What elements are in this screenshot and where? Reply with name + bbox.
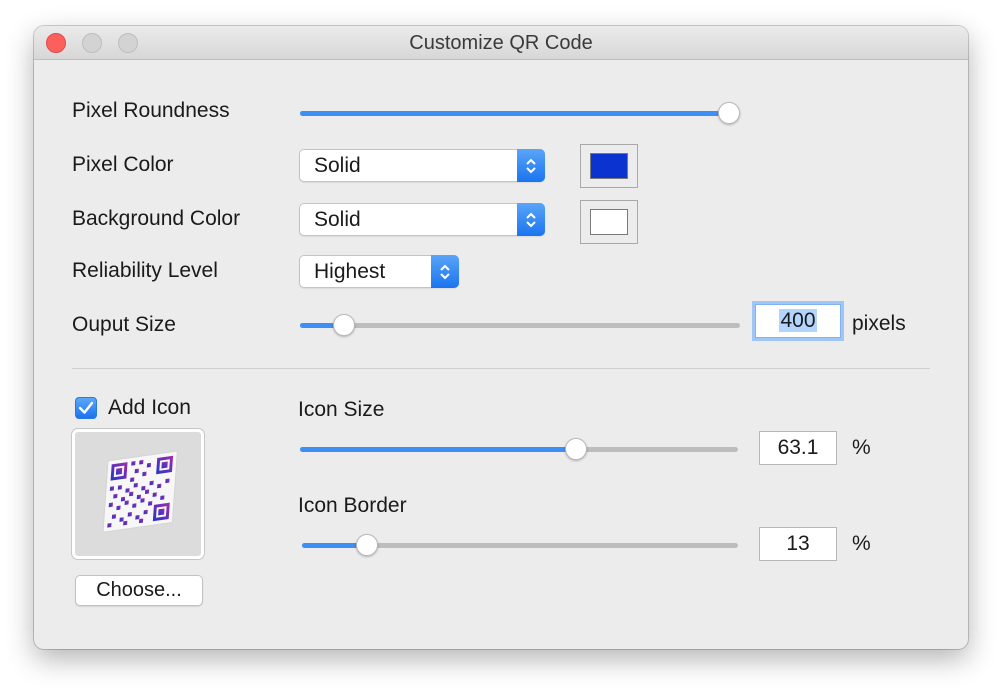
chevron-updown-icon <box>431 255 459 288</box>
slider-knob[interactable] <box>718 102 740 124</box>
reliability-level-popup[interactable]: Highest <box>299 255 459 288</box>
checkmark-icon <box>78 401 94 414</box>
chevron-updown-icon <box>517 149 545 182</box>
background-color-well[interactable] <box>580 200 638 244</box>
output-size-value: 400 <box>779 309 817 332</box>
pixel-color-well[interactable] <box>580 144 638 188</box>
slider-fill <box>300 447 576 452</box>
background-color-popup[interactable]: Solid <box>299 203 545 236</box>
section-divider <box>72 368 930 369</box>
choose-button[interactable]: Choose... <box>75 575 203 606</box>
background-color-selected: Solid <box>314 208 361 231</box>
pixel-roundness-slider[interactable] <box>300 102 740 124</box>
icon-border-label: Icon Border <box>298 494 407 517</box>
qr-code-icon <box>102 450 178 533</box>
window-title: Customize QR Code <box>409 32 593 54</box>
output-size-label: Ouput Size <box>72 313 176 336</box>
icon-size-field[interactable]: 63.1 <box>759 431 837 465</box>
pixel-color-label: Pixel Color <box>72 153 174 176</box>
icon-size-label: Icon Size <box>298 398 385 421</box>
icon-border-unit: % <box>852 532 871 555</box>
title-bar[interactable]: Customize QR Code <box>34 26 968 60</box>
reliability-level-selected: Highest <box>314 260 386 283</box>
add-icon-label: Add Icon <box>108 396 191 419</box>
output-size-field[interactable]: 400 <box>755 304 841 338</box>
icon-border-field[interactable]: 13 <box>759 527 837 561</box>
slider-fill <box>300 111 729 116</box>
icon-image-well[interactable] <box>72 429 204 559</box>
icon-size-unit: % <box>852 436 871 459</box>
customize-qr-window: Customize QR Code Pixel Roundness Pixel … <box>34 26 968 649</box>
pixel-color-selected: Solid <box>314 154 361 177</box>
pixel-color-popup[interactable]: Solid <box>299 149 545 182</box>
chevron-updown-icon <box>517 203 545 236</box>
add-icon-checkbox[interactable] <box>75 397 97 419</box>
reliability-level-label: Reliability Level <box>72 259 218 282</box>
pixel-color-swatch <box>590 153 628 179</box>
icon-border-slider[interactable] <box>302 534 738 556</box>
pixel-roundness-label: Pixel Roundness <box>72 99 230 122</box>
output-size-unit: pixels <box>852 312 906 335</box>
output-size-slider[interactable] <box>300 314 740 336</box>
slider-knob[interactable] <box>565 438 587 460</box>
slider-knob[interactable] <box>333 314 355 336</box>
background-color-label: Background Color <box>72 207 241 230</box>
background-color-swatch <box>590 209 628 235</box>
slider-knob[interactable] <box>356 534 378 556</box>
icon-size-slider[interactable] <box>300 438 738 460</box>
